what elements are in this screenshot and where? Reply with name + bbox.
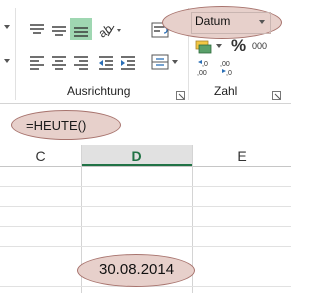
- align-right-icon[interactable]: [71, 52, 91, 72]
- date-cell-value[interactable]: 30.08.2014: [99, 261, 174, 278]
- number-format-value: Datum: [195, 14, 231, 28]
- decrease-decimal-icon[interactable]: ,00,0: [218, 58, 240, 78]
- number-dialog-launcher-icon[interactable]: [272, 87, 281, 100]
- group-label-alignment: Ausrichtung: [67, 84, 131, 98]
- row-divider: [0, 206, 291, 207]
- svg-text:,0: ,0: [202, 61, 208, 68]
- increase-decimal-icon[interactable]: ,0,00: [195, 58, 217, 78]
- svg-text:ab: ab: [96, 21, 115, 40]
- orientation-icon[interactable]: ab: [96, 20, 122, 40]
- column-header-d[interactable]: D: [81, 145, 192, 166]
- align-bottom-icon[interactable]: [70, 18, 92, 40]
- align-left-icon[interactable]: [27, 52, 47, 72]
- comma-style-button[interactable]: 000: [252, 41, 267, 51]
- formula-text[interactable]: =HEUTE(): [26, 118, 86, 133]
- align-top-icon[interactable]: [27, 20, 47, 40]
- alignment-dialog-launcher-icon[interactable]: [176, 87, 185, 100]
- merge-center-icon[interactable]: [150, 52, 180, 72]
- column-header-e[interactable]: E: [193, 145, 291, 166]
- accounting-format-icon[interactable]: [194, 36, 226, 56]
- svg-text:,00: ,00: [220, 61, 230, 68]
- scroll-left-icon[interactable]: [2, 22, 12, 32]
- row-divider: [0, 246, 291, 247]
- decrease-indent-icon[interactable]: [96, 52, 116, 72]
- row-divider: [0, 226, 291, 227]
- chevron-down-icon[interactable]: [257, 17, 267, 27]
- dropdown-arrow-icon[interactable]: [2, 56, 12, 66]
- ribbon: ab Ausrichtung Datum % 000 ,0,00 ,00,0 Z…: [0, 0, 291, 103]
- column-header-c[interactable]: C: [0, 145, 81, 166]
- align-middle-icon[interactable]: [49, 20, 69, 40]
- percent-style-button[interactable]: %: [231, 36, 246, 56]
- svg-text:,00: ,00: [197, 70, 207, 77]
- group-separator: [15, 8, 16, 100]
- align-center-icon[interactable]: [49, 52, 69, 72]
- row-divider: [0, 186, 291, 187]
- svg-text:,0: ,0: [226, 70, 232, 77]
- group-label-number: Zahl: [214, 84, 238, 98]
- increase-indent-icon[interactable]: [118, 52, 138, 72]
